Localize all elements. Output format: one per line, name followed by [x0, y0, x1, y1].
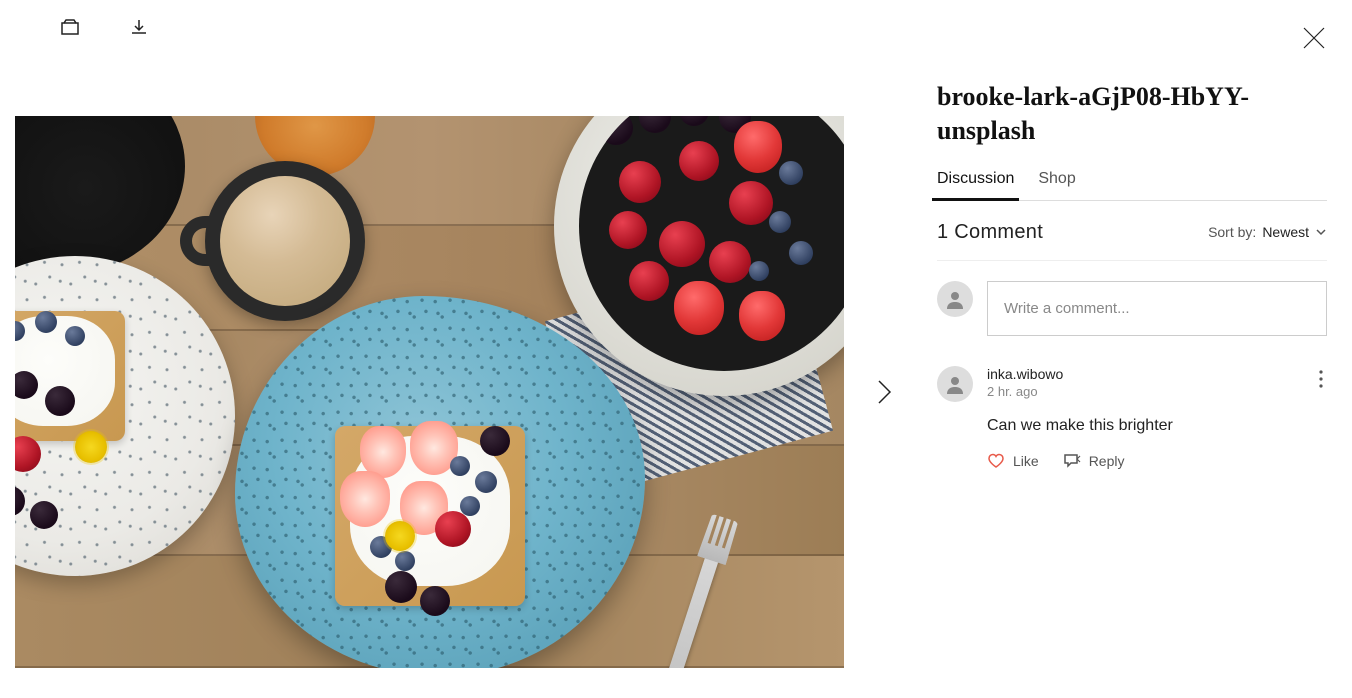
avatar	[937, 281, 973, 317]
tab-shop[interactable]: Shop	[1038, 170, 1075, 200]
comment-input[interactable]	[987, 281, 1327, 336]
cart-icon[interactable]	[60, 18, 80, 36]
comment-text: Can we make this brighter	[987, 417, 1327, 435]
comment-count: 1 Comment	[937, 221, 1043, 244]
image-title: brooke-lark-aGjP08-HbYY-unsplash	[937, 80, 1327, 148]
main-image	[15, 116, 844, 668]
download-icon[interactable]	[130, 18, 148, 36]
sort-dropdown[interactable]: Sort by: Newest	[1208, 224, 1327, 240]
next-arrow-icon[interactable]	[870, 378, 898, 411]
sort-value: Newest	[1262, 224, 1309, 240]
heart-icon	[987, 453, 1005, 469]
more-icon[interactable]	[1315, 366, 1327, 397]
close-icon[interactable]	[1301, 25, 1327, 56]
comment-time: 2 hr. ago	[987, 384, 1063, 399]
tab-discussion[interactable]: Discussion	[937, 170, 1014, 200]
comment-item: inka.wibowo 2 hr. ago Can we make this b…	[937, 366, 1327, 469]
comment-author: inka.wibowo	[987, 366, 1063, 382]
like-button[interactable]: Like	[987, 453, 1039, 469]
chevron-down-icon	[1315, 226, 1327, 238]
reply-button[interactable]: Reply	[1063, 453, 1125, 469]
like-label: Like	[1013, 453, 1039, 469]
sort-label: Sort by:	[1208, 224, 1256, 240]
avatar	[937, 366, 973, 402]
tabs: Discussion Shop	[937, 170, 1327, 201]
reply-label: Reply	[1089, 453, 1125, 469]
reply-icon	[1063, 453, 1081, 469]
